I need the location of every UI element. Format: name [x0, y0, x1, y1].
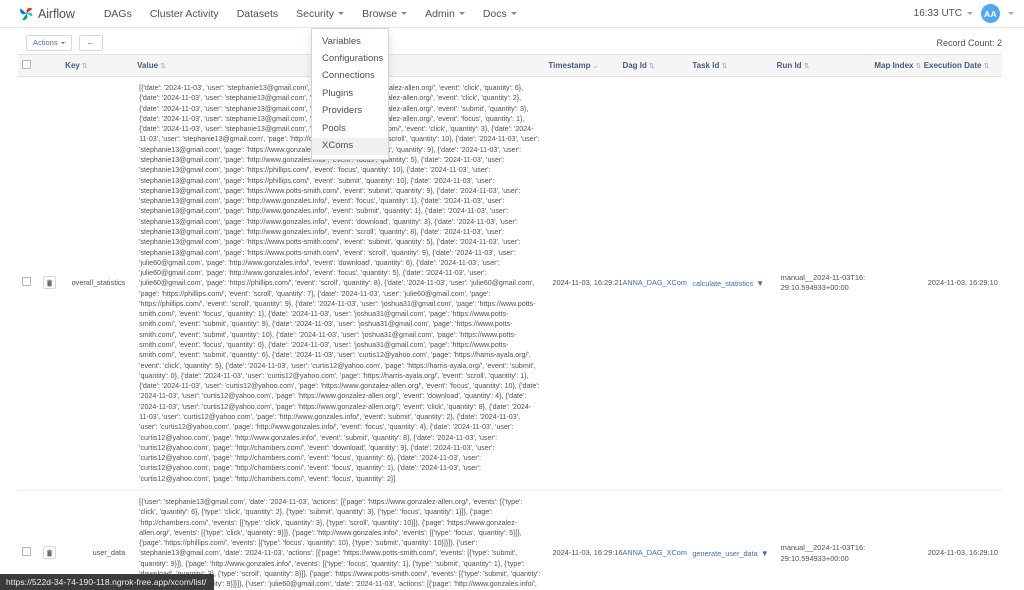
dag-id-link[interactable]: ANNA_DAG_XCom	[622, 548, 686, 557]
cell-timestamp: 2024-11-03, 16:29:21	[544, 76, 623, 491]
admin-dropdown-menu: Variables Configurations Connections Plu…	[311, 28, 389, 161]
menu-item-configurations[interactable]: Configurations	[312, 50, 388, 67]
nav-item-datasets[interactable]: Datasets	[228, 3, 287, 25]
menu-item-connections[interactable]: Connections	[312, 68, 388, 85]
sort-icon[interactable]: ⇅	[804, 63, 810, 70]
cell-key: overall_statistics	[61, 76, 134, 491]
header-timestamp-label: Timestamp	[548, 61, 591, 70]
header-run-id-label: Run Id	[776, 61, 802, 70]
header-value-label: Value	[137, 61, 159, 70]
nav-item-security[interactable]: Security	[287, 3, 353, 25]
xcom-table-container: Key ⇅ Value ⇅ Timestamp ⌄ Dag Id ⇅ Task Id ⇅ …	[0, 54, 1024, 590]
navbar-right: 16:33 UTC AA	[914, 4, 1014, 23]
header-dag-id-label: Dag Id	[622, 61, 647, 70]
row-checkbox[interactable]	[22, 277, 31, 287]
browser-status-bar: https://522d-34-74-190-118.ngrok-free.ap…	[0, 574, 215, 590]
dag-id-link[interactable]: ANNA_DAG_XCom	[622, 278, 686, 287]
header-task-id[interactable]: Task Id ⇅	[688, 54, 773, 77]
row-select-cell	[18, 76, 39, 491]
menu-item-pools[interactable]: Pools	[312, 120, 388, 137]
task-id-link[interactable]: calculate_statistics	[692, 279, 753, 288]
cell-dag-id: ANNA_DAG_XCom	[618, 490, 689, 590]
header-timestamp[interactable]: Timestamp ⌄	[544, 54, 619, 77]
table-row: overall_statistics [{'date': '2024-11-03…	[18, 76, 1002, 491]
cell-map-index	[870, 76, 920, 491]
filter-icon[interactable]: ▼	[761, 549, 769, 558]
header-execution-date-label: Execution Date	[923, 61, 982, 70]
back-button[interactable]: ←	[78, 35, 103, 51]
chevron-down-icon[interactable]	[1008, 12, 1014, 15]
avatar[interactable]: AA	[981, 4, 1000, 23]
sort-icon[interactable]: ⇅	[721, 63, 727, 70]
menu-item-variables[interactable]: Variables	[312, 33, 388, 50]
nav-item-cluster-activity[interactable]: Cluster Activity	[141, 3, 228, 25]
nav-item-browse[interactable]: Browse	[353, 3, 416, 25]
menu-item-plugins[interactable]: Plugins	[312, 85, 388, 102]
header-map-index-label: Map Index	[874, 61, 914, 70]
nav-item-docs[interactable]: Docs	[474, 3, 526, 25]
table-body: overall_statistics [{'date': '2024-11-03…	[18, 76, 1002, 590]
row-actions-cell	[38, 76, 62, 491]
header-key-label: Key	[65, 61, 80, 70]
trash-icon[interactable]	[42, 276, 56, 290]
nav-items: DAGs Cluster Activity Datasets Security …	[95, 3, 526, 25]
brand-label: Airflow	[38, 6, 75, 21]
header-execution-date[interactable]: Execution Date ⇅	[919, 54, 1002, 77]
cell-task-id: calculate_statistics ▼	[688, 76, 773, 491]
table-header-row: Key ⇅ Value ⇅ Timestamp ⌄ Dag Id ⇅ Task Id ⇅ …	[18, 54, 1002, 77]
header-dag-id[interactable]: Dag Id ⇅	[618, 54, 689, 77]
select-all-checkbox[interactable]	[22, 60, 31, 69]
header-actions	[38, 54, 62, 77]
xcom-table: Key ⇅ Value ⇅ Timestamp ⌄ Dag Id ⇅ Task Id ⇅ …	[18, 54, 1002, 590]
cell-map-index	[870, 490, 920, 590]
menu-item-providers[interactable]: Providers	[312, 103, 388, 120]
filter-icon[interactable]: ▼	[756, 279, 764, 288]
sort-icon[interactable]: ⇅	[160, 63, 166, 70]
utc-clock[interactable]: 16:33 UTC	[914, 8, 973, 19]
header-task-id-label: Task Id	[692, 61, 720, 70]
sort-desc-icon[interactable]: ⌄	[593, 63, 599, 70]
sort-icon[interactable]: ⇅	[983, 63, 989, 70]
header-map-index[interactable]: Map Index ⇅	[870, 54, 921, 77]
task-id-link[interactable]: generate_user_data	[692, 549, 757, 558]
cell-dag-id: ANNA_DAG_XCom	[618, 76, 689, 491]
main-navbar: Airflow DAGs Cluster Activity Datasets S…	[0, 0, 1024, 28]
cell-run-id: manual__2024-11-03T16:29:10.594933+00:00	[772, 490, 871, 590]
trash-icon[interactable]	[42, 546, 56, 560]
nav-item-admin[interactable]: Admin	[416, 3, 474, 25]
cell-execution-date: 2024-11-03, 16:29:10	[919, 76, 1002, 491]
sort-icon[interactable]: ⇅	[82, 63, 88, 70]
cell-timestamp: 2024-11-03, 16:29:16	[544, 490, 623, 590]
record-count: Record Count: 2	[936, 38, 1002, 48]
row-checkbox[interactable]	[22, 547, 31, 557]
menu-item-xcoms[interactable]: XComs	[312, 137, 388, 156]
sort-icon[interactable]: ⇅	[915, 63, 921, 70]
cell-execution-date: 2024-11-03, 16:29:10	[919, 490, 1002, 590]
airflow-pinwheel-logo-icon	[18, 5, 35, 22]
list-toolbar: Actions ← Record Count: 2	[0, 32, 1024, 54]
sort-icon[interactable]: ⇅	[649, 63, 655, 70]
header-key[interactable]: Key ⇅	[61, 54, 134, 77]
table-head: Key ⇅ Value ⇅ Timestamp ⌄ Dag Id ⇅ Task Id ⇅ …	[18, 54, 1002, 77]
cell-task-id: generate_user_data ▼	[688, 490, 773, 590]
header-run-id[interactable]: Run Id ⇅	[772, 54, 871, 77]
header-select-all	[18, 54, 39, 77]
cell-run-id: manual__2024-11-03T16:29:10.594933+00:00	[772, 76, 871, 491]
brand-home-link[interactable]: Airflow	[18, 5, 75, 22]
nav-item-dags[interactable]: DAGs	[95, 3, 141, 25]
actions-button[interactable]: Actions	[26, 35, 72, 51]
